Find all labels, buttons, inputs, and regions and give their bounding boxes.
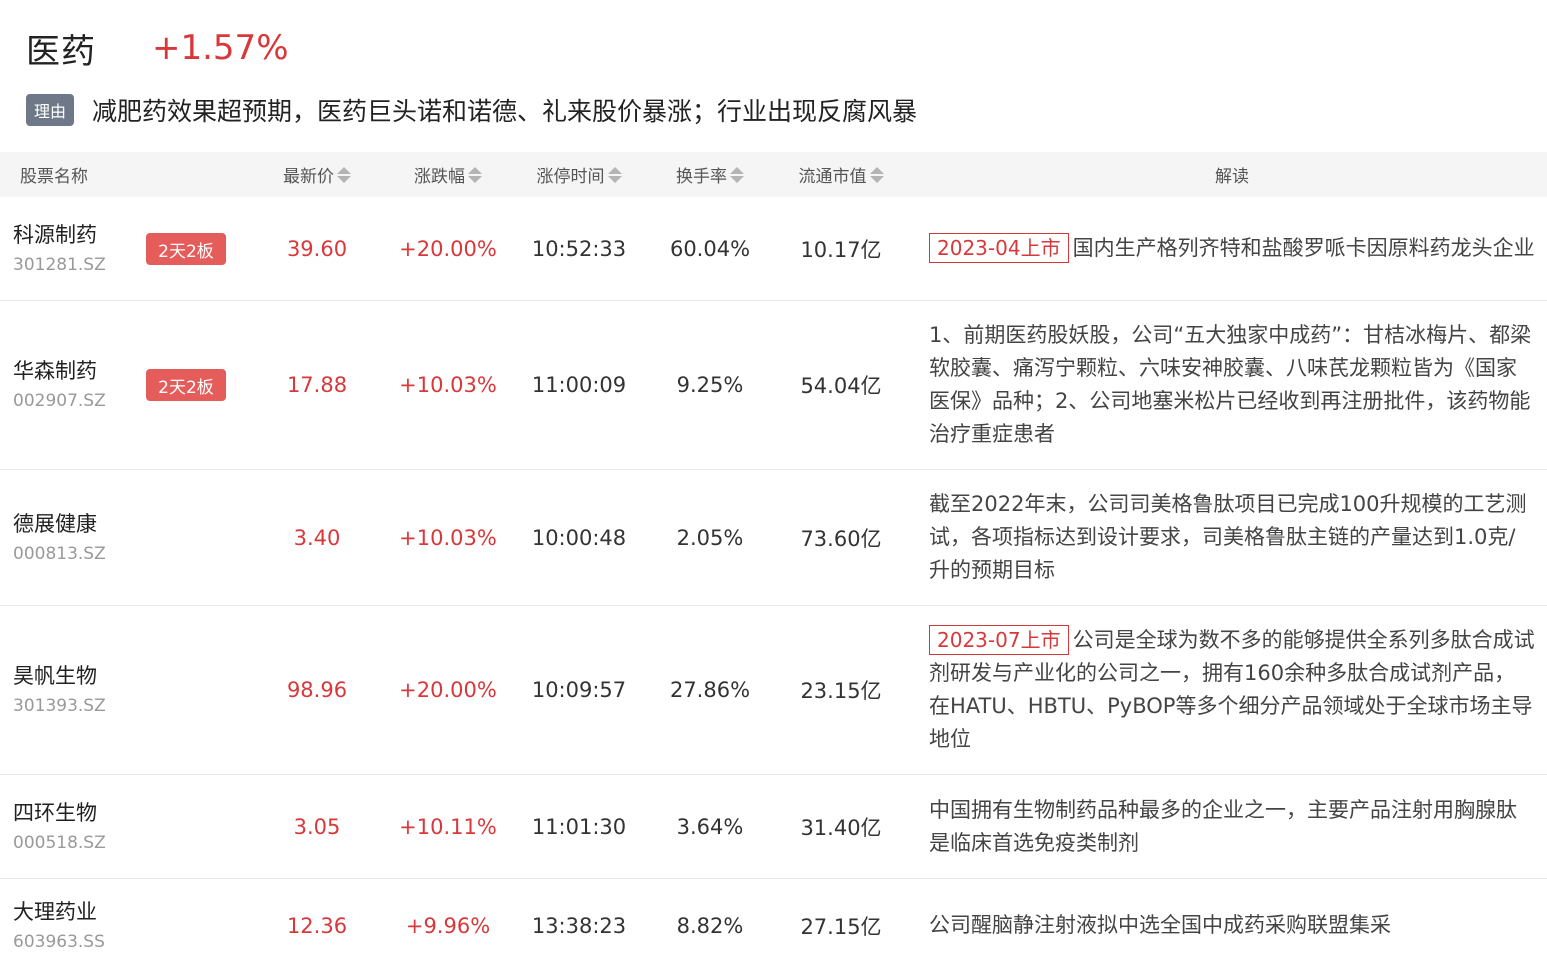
- analysis-cell: 中国拥有生物制药品种最多的企业之一，主要产品注射用胸腺肽是临床首选免疫类制剂: [929, 775, 1535, 878]
- column-header-market-cap[interactable]: 流通市值: [776, 152, 906, 197]
- table-row[interactable]: 四环生物 000518.SZ 3.05 +10.11% 11:01:30 3.6…: [0, 775, 1547, 879]
- stock-name[interactable]: 德展健康: [13, 508, 106, 540]
- limit-time-cell: 11:00:09: [531, 373, 627, 397]
- analysis-cell: 截至2022年末，公司司美格鲁肽项目已完成100升规模的工艺测试，各项指标达到设…: [929, 470, 1535, 605]
- sector-change: +1.57%: [152, 28, 289, 68]
- table-row[interactable]: 科源制药 301281.SZ 2天2板 39.60 +20.00% 10:52:…: [0, 197, 1547, 301]
- table-row[interactable]: 华森制药 002907.SZ 2天2板 17.88 +10.03% 11:00:…: [0, 301, 1547, 470]
- change-cell: +20.00%: [399, 678, 497, 702]
- page: 医药 +1.57% 理由 减肥药效果超预期，医药巨头诺和诺德、礼来股价暴涨；行业…: [0, 0, 1547, 971]
- column-label: 涨停时间: [536, 167, 605, 187]
- column-label: 涨跌幅: [414, 167, 465, 187]
- sort-icon[interactable]: [337, 166, 351, 183]
- price-cell: 12.36: [286, 913, 348, 938]
- analysis-cell: 2023-04上市 国内生产格列齐特和盐酸罗哌卡因原料药龙头企业: [929, 197, 1535, 300]
- table-row[interactable]: 昊帆生物 301393.SZ 98.96 +20.00% 10:09:57 27…: [0, 606, 1547, 775]
- price-cell: 3.05: [293, 814, 341, 839]
- column-header-price[interactable]: 最新价: [252, 152, 382, 197]
- stock-code: 301281.SZ: [13, 254, 106, 275]
- analysis-text: 国内生产格列齐特和盐酸罗哌卡因原料药龙头企业: [1072, 236, 1535, 260]
- sort-icon[interactable]: [869, 166, 884, 183]
- listing-date-tag: 2023-07上市: [929, 625, 1069, 655]
- sort-icon[interactable]: [730, 166, 744, 183]
- turnover-cell: 8.82%: [676, 913, 744, 938]
- change-cell: +20.00%: [399, 236, 497, 261]
- stock-name-cell[interactable]: 四环生物 000518.SZ: [13, 775, 106, 878]
- column-label: 股票名称: [20, 167, 88, 187]
- column-header-analysis: 解读: [929, 152, 1535, 197]
- market-cap-cell: 23.15亿: [800, 679, 882, 703]
- change-cell: +10.03%: [399, 525, 497, 550]
- column-header-name: 股票名称: [20, 152, 88, 197]
- change-cell: +9.96%: [405, 913, 491, 938]
- price-cell: 39.60: [286, 236, 348, 261]
- stock-name[interactable]: 科源制药: [13, 219, 106, 251]
- price-cell: 17.88: [286, 373, 348, 397]
- limit-time-cell: 13:38:23: [531, 913, 627, 938]
- stock-name-cell[interactable]: 昊帆生物 301393.SZ: [13, 606, 106, 774]
- limit-time-cell: 10:00:48: [531, 525, 627, 550]
- table-row[interactable]: 大理药业 603963.SS 12.36 +9.96% 13:38:23 8.8…: [0, 879, 1547, 971]
- price-cell: 98.96: [286, 678, 348, 702]
- reason-tag: 理由: [26, 94, 74, 126]
- table-header: 股票名称 最新价 涨跌幅 涨停时间 换手率 流通市值 解读: [0, 152, 1547, 197]
- limit-time-cell: 11:01:30: [531, 814, 627, 839]
- analysis-cell: 1、前期医药股妖股，公司“五大独家中成药”：甘桔冰梅片、都梁软胶囊、痛泻宁颗粒、…: [929, 301, 1535, 469]
- analysis-text: 1、前期医药股妖股，公司“五大独家中成药”：甘桔冰梅片、都梁软胶囊、痛泻宁颗粒、…: [929, 323, 1532, 446]
- column-label: 流通市值: [798, 167, 867, 187]
- turnover-cell: 9.25%: [676, 373, 744, 397]
- stock-name[interactable]: 大理药业: [13, 896, 105, 928]
- stock-name-cell[interactable]: 大理药业 603963.SS: [13, 879, 105, 971]
- turnover-cell: 60.04%: [669, 236, 751, 261]
- reason-row: 理由 减肥药效果超预期，医药巨头诺和诺德、礼来股价暴涨；行业出现反腐风暴: [26, 93, 917, 127]
- turnover-cell: 2.05%: [676, 525, 744, 550]
- price-cell: 3.40: [293, 525, 341, 550]
- stock-code: 000813.SZ: [13, 543, 106, 564]
- stock-name-cell[interactable]: 德展健康 000813.SZ: [13, 470, 106, 605]
- sort-icon[interactable]: [468, 166, 482, 183]
- sector-header: 医药 +1.57%: [26, 26, 289, 72]
- stock-code: 301393.SZ: [13, 696, 106, 716]
- stock-code: 000518.SZ: [13, 832, 106, 853]
- analysis-text: 截至2022年末，公司司美格鲁肽项目已完成100升规模的工艺测试，各项指标达到设…: [929, 492, 1527, 582]
- stock-name[interactable]: 昊帆生物: [13, 660, 106, 692]
- listing-date-tag: 2023-04上市: [929, 233, 1069, 263]
- column-header-change[interactable]: 涨跌幅: [383, 152, 513, 197]
- turnover-cell: 3.64%: [676, 814, 744, 839]
- analysis-cell: 公司醒脑静注射液拟中选全国中成药采购联盟集采: [929, 879, 1535, 971]
- market-cap-cell: 10.17亿: [800, 237, 882, 262]
- turnover-cell: 27.86%: [669, 678, 751, 702]
- stock-name[interactable]: 华森制药: [13, 355, 106, 387]
- column-label: 解读: [1215, 167, 1249, 187]
- analysis-text: 公司醒脑静注射液拟中选全国中成药采购联盟集采: [929, 913, 1391, 937]
- column-label: 最新价: [283, 167, 334, 187]
- sector-name: 医药: [26, 31, 96, 72]
- market-cap-cell: 27.15亿: [800, 914, 882, 939]
- limit-time-cell: 10:09:57: [531, 678, 627, 702]
- stock-code: 603963.SS: [13, 931, 105, 952]
- sort-icon[interactable]: [607, 166, 622, 183]
- column-header-turnover[interactable]: 换手率: [645, 152, 775, 197]
- market-cap-cell: 31.40亿: [800, 815, 882, 840]
- board-badge: 2天2板: [146, 369, 226, 401]
- analysis-cell: 2023-07上市 公司是全球为数不多的能够提供全系列多肽合成试剂研发与产业化的公…: [929, 606, 1535, 774]
- market-cap-cell: 54.04亿: [800, 374, 882, 398]
- limit-time-cell: 10:52:33: [531, 236, 627, 261]
- stock-code: 002907.SZ: [13, 391, 106, 411]
- stock-table: 股票名称 最新价 涨跌幅 涨停时间 换手率 流通市值 解读 科源制药 30128…: [0, 152, 1547, 971]
- reason-text: 减肥药效果超预期，医药巨头诺和诺德、礼来股价暴涨；行业出现反腐风暴: [92, 97, 918, 126]
- market-cap-cell: 73.60亿: [800, 526, 882, 551]
- column-header-limit-time[interactable]: 涨停时间: [514, 152, 644, 197]
- board-badge: 2天2板: [146, 233, 226, 265]
- change-cell: +10.11%: [399, 814, 497, 839]
- analysis-text: 中国拥有生物制药品种最多的企业之一，主要产品注射用胸腺肽是临床首选免疫类制剂: [929, 797, 1517, 855]
- stock-name-cell[interactable]: 华森制药 002907.SZ: [13, 301, 106, 469]
- stock-name[interactable]: 四环生物: [13, 797, 106, 829]
- change-cell: +10.03%: [399, 373, 497, 397]
- stock-name-cell[interactable]: 科源制药 301281.SZ: [13, 197, 106, 300]
- column-label: 换手率: [676, 167, 727, 187]
- table-row[interactable]: 德展健康 000813.SZ 3.40 +10.03% 10:00:48 2.0…: [0, 470, 1547, 606]
